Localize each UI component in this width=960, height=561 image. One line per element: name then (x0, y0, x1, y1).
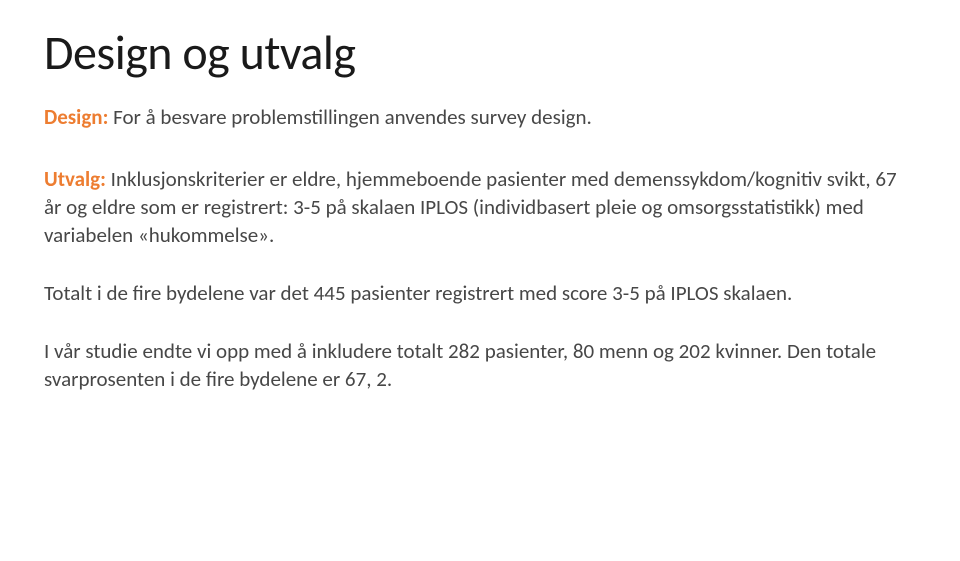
page-title: Design og utvalg (44, 28, 916, 78)
utvalg-text: Inklusjonskriterier er eldre, hjemmeboen… (44, 166, 897, 248)
total-paragraph: Totalt i de fire bydelene var det 445 pa… (44, 280, 914, 308)
utvalg-paragraph: Utvalg: Inklusjonskriterier er eldre, hj… (44, 166, 914, 250)
study-paragraph: I vår studie endte vi opp med å inkluder… (44, 338, 914, 394)
design-paragraph: Design: For å besvare problemstillingen … (44, 104, 914, 132)
design-text: For å besvare problemstillingen anvendes… (108, 104, 591, 130)
design-label: Design: (44, 104, 108, 130)
utvalg-label: Utvalg: (44, 166, 106, 192)
